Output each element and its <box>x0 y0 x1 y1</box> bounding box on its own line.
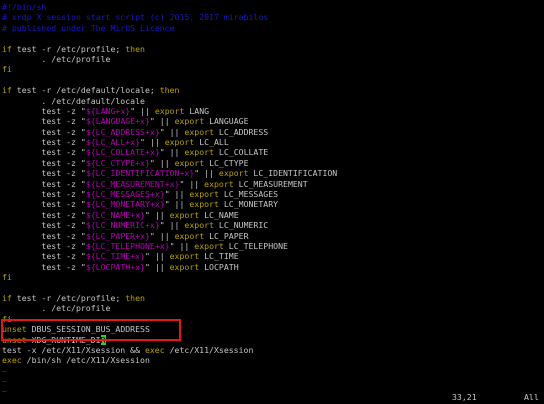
code-line: if test -r /etc/profile; then <box>2 292 145 303</box>
text-cursor: R <box>100 334 106 345</box>
code-line: test -z "${LC_COLLATE+x}" || export LC_C… <box>2 147 269 158</box>
code-line: test -z "${LC_MEASUREMENT+x}" || export … <box>2 178 308 189</box>
code-line: test -x /etc/X11/Xsession && exec /etc/X… <box>2 344 254 355</box>
code-line: test -z "${LC_MESSAGES+x}" || export LC_… <box>2 189 279 200</box>
code-line: test -z "${LC_TELEPHONE+x}" || export LC… <box>2 240 288 251</box>
code-line: if test -r /etc/default/locale; then <box>2 85 180 96</box>
code-line: test -z "${LANGUAGE+x}" || export LANGUA… <box>2 116 249 127</box>
code-line: test -z "${LOCPATH+x}" || export LOCPATH <box>2 261 239 272</box>
code-line: test -z "${LC_IDENTIFICATION+x}" || expo… <box>2 168 338 179</box>
code-line: unset XDG_RUNTIME_DIR <box>2 334 106 345</box>
code-line: test -z "${LC_PAPER+x}" || export LC_PAP… <box>2 230 249 241</box>
code-line: fi <box>2 64 12 75</box>
vim-status-line: 33,21 All <box>0 392 544 402</box>
code-line: test -z "${LC_CTYPE+x}" || export LC_CTY… <box>2 157 249 168</box>
code-line: . /etc/default/locale <box>2 95 145 106</box>
code-line: fi <box>2 313 12 324</box>
code-line: test -z "${LC_NUMERIC+x}" || export LC_N… <box>2 220 269 231</box>
empty-buffer-line: ~ <box>2 376 7 387</box>
code-line: if test -r /etc/profile; then <box>2 43 145 54</box>
scroll-indicator: All <box>524 392 539 402</box>
code-line: fi <box>2 272 12 283</box>
code-line: . /etc/profile <box>2 303 111 314</box>
comment-line: # xrdp X session start script (c) 2015, … <box>2 12 269 23</box>
empty-buffer-line: ~ <box>2 365 7 376</box>
comment-line: # published under The MirOS Licence <box>2 22 175 33</box>
code-line: test -z "${LANG+x}" || export LANG <box>2 105 210 116</box>
code-line: test -z "${LC_MONETARY+x}" || export LC_… <box>2 199 279 210</box>
cursor-position: 33,21 <box>452 392 477 402</box>
code-line: . /etc/profile <box>2 53 111 64</box>
code-line: test -z "${LC_NAME+x}" || export LC_NAME <box>2 209 239 220</box>
code-line: test -z "${LC_ADDRESS+x}" || export LC_A… <box>2 126 269 137</box>
comment-line: #!/bin/sh <box>2 2 47 12</box>
code-line: test -z "${LC_TIME+x}" || export LC_TIME <box>2 251 239 262</box>
vim-editor-buffer[interactable]: #!/bin/sh # xrdp X session start script (… <box>0 0 544 404</box>
code-line: unset DBUS_SESSION_BUS_ADDRESS <box>2 324 150 335</box>
code-line: exec /bin/sh /etc/X11/Xsession <box>2 355 150 366</box>
code-line: test -z "${LC_ALL+x}" || export LC_ALL <box>2 137 229 148</box>
